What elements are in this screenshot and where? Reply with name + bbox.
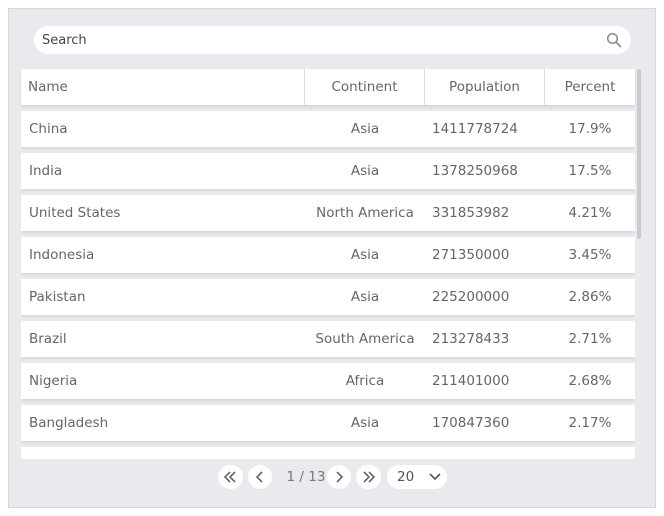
search-input[interactable] [42, 26, 602, 54]
cell-name: Nigeria [29, 373, 78, 389]
cell-continent: Asia [350, 247, 380, 263]
table-row[interactable] [21, 447, 635, 459]
cell-percent: 4.21% [568, 205, 612, 221]
cell-population: 225200000 [432, 289, 510, 305]
cell-population: 170847360 [432, 415, 510, 431]
cell-population: 1411778724 [432, 121, 518, 137]
table-row[interactable]: India Asia 1378250968 17.5% [21, 153, 635, 189]
cell-population: 271350000 [432, 247, 510, 263]
next-page-icon [336, 471, 344, 483]
cell-name: China [29, 121, 68, 137]
table-row[interactable]: Nigeria Africa 211401000 2.68% [21, 363, 635, 399]
table-header: Name Continent Population Percent [21, 69, 635, 105]
cell-continent: Asia [350, 163, 380, 179]
cell-name: Brazil [29, 331, 67, 347]
cell-population: 1378250968 [432, 163, 518, 179]
cell-percent: 2.68% [568, 373, 612, 389]
table-row[interactable]: China Asia 1411778724 17.9% [21, 111, 635, 147]
cell-name: Pakistan [29, 289, 86, 305]
cell-percent: 17.5% [568, 163, 612, 179]
page-indicator: 1 / 13 [286, 469, 326, 485]
next-page-button[interactable] [327, 465, 351, 489]
table-panel: Name Continent Population Percent China … [8, 8, 656, 508]
page-size-select[interactable]: 20 [387, 465, 447, 489]
last-page-icon [363, 471, 376, 483]
cell-population: 211401000 [432, 373, 510, 389]
cell-name: Bangladesh [29, 415, 109, 431]
first-page-button[interactable] [218, 465, 243, 489]
cell-name: India [29, 163, 63, 179]
column-header-name[interactable]: Name [21, 69, 305, 105]
cell-continent: Asia [350, 289, 380, 305]
search-box[interactable] [34, 26, 631, 54]
last-page-button[interactable] [356, 465, 381, 489]
cell-name: United States [29, 205, 121, 221]
page-size-value: 20 [397, 469, 415, 485]
cell-continent: Asia [350, 121, 380, 137]
cell-percent: 17.9% [568, 121, 612, 137]
table-row[interactable]: Pakistan Asia 225200000 2.86% [21, 279, 635, 315]
prev-page-button[interactable] [248, 465, 272, 489]
search-icon[interactable] [606, 32, 622, 48]
cell-population: 213278433 [432, 331, 510, 347]
cell-percent: 2.71% [568, 331, 612, 347]
chevron-down-icon [429, 473, 441, 481]
cell-continent: Asia [350, 415, 380, 431]
first-page-icon [223, 471, 236, 483]
column-header-percent[interactable]: Percent [545, 69, 635, 105]
column-header-population[interactable]: Population [425, 69, 545, 105]
cell-continent: South America [315, 331, 415, 347]
cell-percent: 2.86% [568, 289, 612, 305]
table-row[interactable]: Brazil South America 213278433 2.71% [21, 321, 635, 357]
cell-percent: 3.45% [568, 247, 612, 263]
cell-percent: 2.17% [568, 415, 612, 431]
cell-name: Indonesia [29, 247, 95, 263]
table-row[interactable]: United States North America 331853982 4.… [21, 195, 635, 231]
table-row[interactable]: Indonesia Asia 271350000 3.45% [21, 237, 635, 273]
table-body: China Asia 1411778724 17.9% India Asia 1… [21, 111, 635, 459]
prev-page-icon [255, 471, 263, 483]
vertical-scrollbar[interactable] [637, 69, 641, 239]
cell-population: 331853982 [432, 205, 510, 221]
cell-continent: Africa [345, 373, 385, 389]
column-header-continent[interactable]: Continent [305, 69, 425, 105]
cell-continent: North America [316, 205, 414, 221]
table-row[interactable]: Bangladesh Asia 170847360 2.17% [21, 405, 635, 441]
